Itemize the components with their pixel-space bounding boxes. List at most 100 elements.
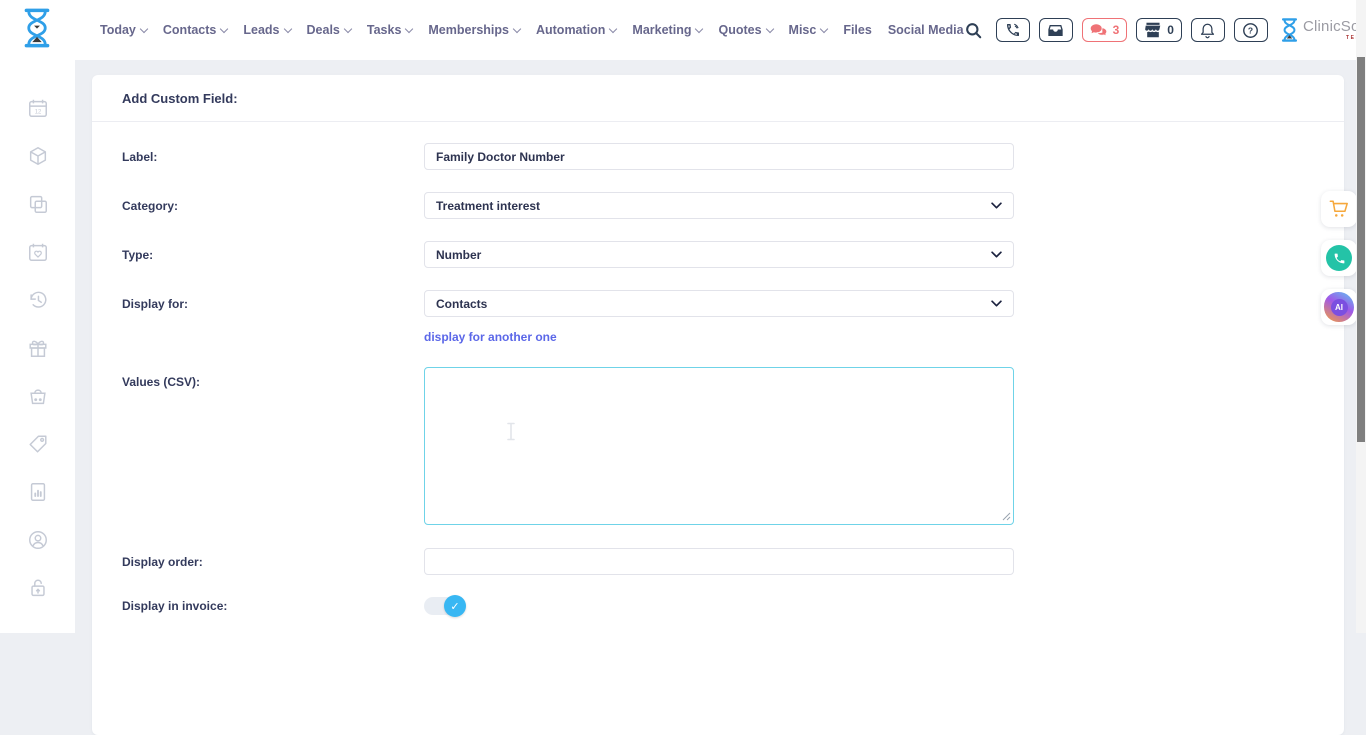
nav-label: Misc: [789, 23, 817, 37]
chevron-down-icon: [283, 24, 291, 32]
gift-icon[interactable]: [27, 337, 49, 359]
package-icon[interactable]: [27, 145, 49, 167]
form-row-display-for-link: display for another one: [122, 328, 1314, 346]
nav-item-misc[interactable]: Misc: [789, 23, 828, 37]
basket-icon[interactable]: [27, 385, 49, 407]
nav-item-contacts[interactable]: Contacts: [163, 23, 227, 37]
nav-label: Deals: [307, 23, 340, 37]
main-content: Add Custom Field: Label: Category: Treat…: [75, 60, 1356, 633]
store-button[interactable]: 0: [1136, 18, 1182, 42]
display-for-field-label: Display for:: [122, 297, 424, 311]
category-select-value: Treatment interest: [436, 199, 540, 213]
topbar: Today Contacts Leads Deals Tasks Members…: [0, 0, 1366, 60]
calendar-heart-icon[interactable]: [27, 241, 49, 263]
display-order-input[interactable]: [424, 548, 1014, 575]
floating-cart-button[interactable]: [1321, 191, 1357, 227]
svg-text:?: ?: [1248, 25, 1253, 35]
form-row-display-in-invoice: Display in invoice: ✓: [122, 597, 1314, 615]
chevron-down-icon: [405, 24, 413, 32]
category-field-label: Category:: [122, 199, 424, 213]
nav-item-automation[interactable]: Automation: [536, 23, 616, 37]
scrollbar-track[interactable]: [1356, 0, 1366, 633]
nav-label: Social Media: [888, 23, 964, 37]
help-button[interactable]: ?: [1234, 18, 1268, 42]
nav-label: Today: [100, 23, 136, 37]
nav-label: Tasks: [367, 23, 402, 37]
chat-count-badge: 3: [1113, 23, 1120, 37]
tag-icon[interactable]: [27, 433, 49, 455]
report-icon[interactable]: [27, 481, 49, 503]
chevron-down-icon: [344, 24, 352, 32]
inbox-button[interactable]: [1039, 18, 1073, 42]
add-custom-field-card: Add Custom Field: Label: Category: Treat…: [92, 75, 1344, 735]
resize-handle[interactable]: [1002, 512, 1011, 521]
call-button[interactable]: [996, 18, 1030, 42]
chevron-down-icon: [609, 24, 617, 32]
display-for-select[interactable]: Contacts: [424, 290, 1014, 317]
label-input[interactable]: [424, 143, 1014, 170]
nav-item-deals[interactable]: Deals: [307, 23, 351, 37]
text-cursor: [505, 422, 517, 441]
nav-label: Contacts: [163, 23, 216, 37]
chevron-down-icon: [513, 24, 521, 32]
main-nav: Today Contacts Leads Deals Tasks Members…: [100, 23, 964, 37]
nav-item-social-media[interactable]: Social Media: [888, 23, 964, 37]
toggle-knob-check-icon: ✓: [444, 595, 466, 617]
calendar-icon[interactable]: 12: [27, 97, 49, 119]
type-field-label: Type:: [122, 248, 424, 262]
user-circle-icon[interactable]: [27, 529, 49, 551]
chevron-down-icon: [991, 300, 1002, 307]
label-field-label: Label:: [122, 150, 424, 164]
nav-item-tasks[interactable]: Tasks: [367, 23, 413, 37]
scrollbar-thumb[interactable]: [1357, 57, 1365, 442]
lock-icon[interactable]: [27, 577, 49, 599]
values-csv-textarea[interactable]: [424, 367, 1014, 525]
display-in-invoice-field-label: Display in invoice:: [122, 599, 424, 613]
nav-item-leads[interactable]: Leads: [243, 23, 290, 37]
floating-phone-button[interactable]: [1321, 240, 1357, 276]
display-in-invoice-toggle[interactable]: ✓: [424, 597, 464, 615]
nav-label: Automation: [536, 23, 605, 37]
topbar-right-cluster: 3 0 ?: [964, 15, 1366, 45]
chat-button[interactable]: 3: [1082, 18, 1128, 42]
form-row-values-csv: Values (CSV):: [122, 367, 1314, 525]
ai-label: AI: [1331, 299, 1348, 316]
nav-item-marketing[interactable]: Marketing: [632, 23, 702, 37]
phone-circle-icon: [1326, 245, 1352, 271]
display-for-another-one-link[interactable]: display for another one: [424, 330, 557, 344]
left-sidebar: 12: [0, 60, 75, 633]
add-custom-field-form: Label: Category: Treatment interest Type…: [92, 122, 1344, 636]
nav-item-today[interactable]: Today: [100, 23, 147, 37]
nav-label: Leads: [243, 23, 279, 37]
chevron-down-icon: [991, 251, 1002, 258]
category-select[interactable]: Treatment interest: [424, 192, 1014, 219]
brand-logo[interactable]: ClinicSoftware .com TEN STEPS AHEAD: [1281, 18, 1366, 42]
app-logo-hourglass-icon[interactable]: [22, 8, 52, 53]
nav-item-quotes[interactable]: Quotes: [718, 23, 772, 37]
nav-item-files[interactable]: Files: [843, 23, 872, 37]
type-select[interactable]: Number: [424, 241, 1014, 268]
nav-label: Marketing: [632, 23, 691, 37]
form-row-display-for: Display for: Contacts: [122, 290, 1314, 317]
nav-label: Quotes: [718, 23, 761, 37]
history-icon[interactable]: [27, 289, 49, 311]
display-for-select-value: Contacts: [436, 297, 487, 311]
form-row-type: Type: Number: [122, 241, 1314, 268]
form-row-display-order: Display order:: [122, 548, 1314, 575]
chevron-down-icon: [695, 24, 703, 32]
cart-icon: [1328, 199, 1350, 219]
copy-icon[interactable]: [27, 193, 49, 215]
ai-blob-icon: AI: [1324, 292, 1354, 322]
chevron-down-icon: [765, 24, 773, 32]
nav-item-memberships[interactable]: Memberships: [428, 23, 520, 37]
form-row-label: Label:: [122, 143, 1314, 170]
form-row-category: Category: Treatment interest: [122, 192, 1314, 219]
values-csv-field-label: Values (CSV):: [122, 367, 424, 389]
floating-ai-button[interactable]: AI: [1321, 289, 1357, 325]
svg-text:12: 12: [34, 110, 41, 116]
notifications-button[interactable]: [1191, 18, 1225, 42]
chevron-down-icon: [820, 24, 828, 32]
nav-label: Memberships: [428, 23, 509, 37]
search-icon[interactable]: [964, 21, 983, 40]
brand-hourglass-icon: [1281, 18, 1298, 42]
